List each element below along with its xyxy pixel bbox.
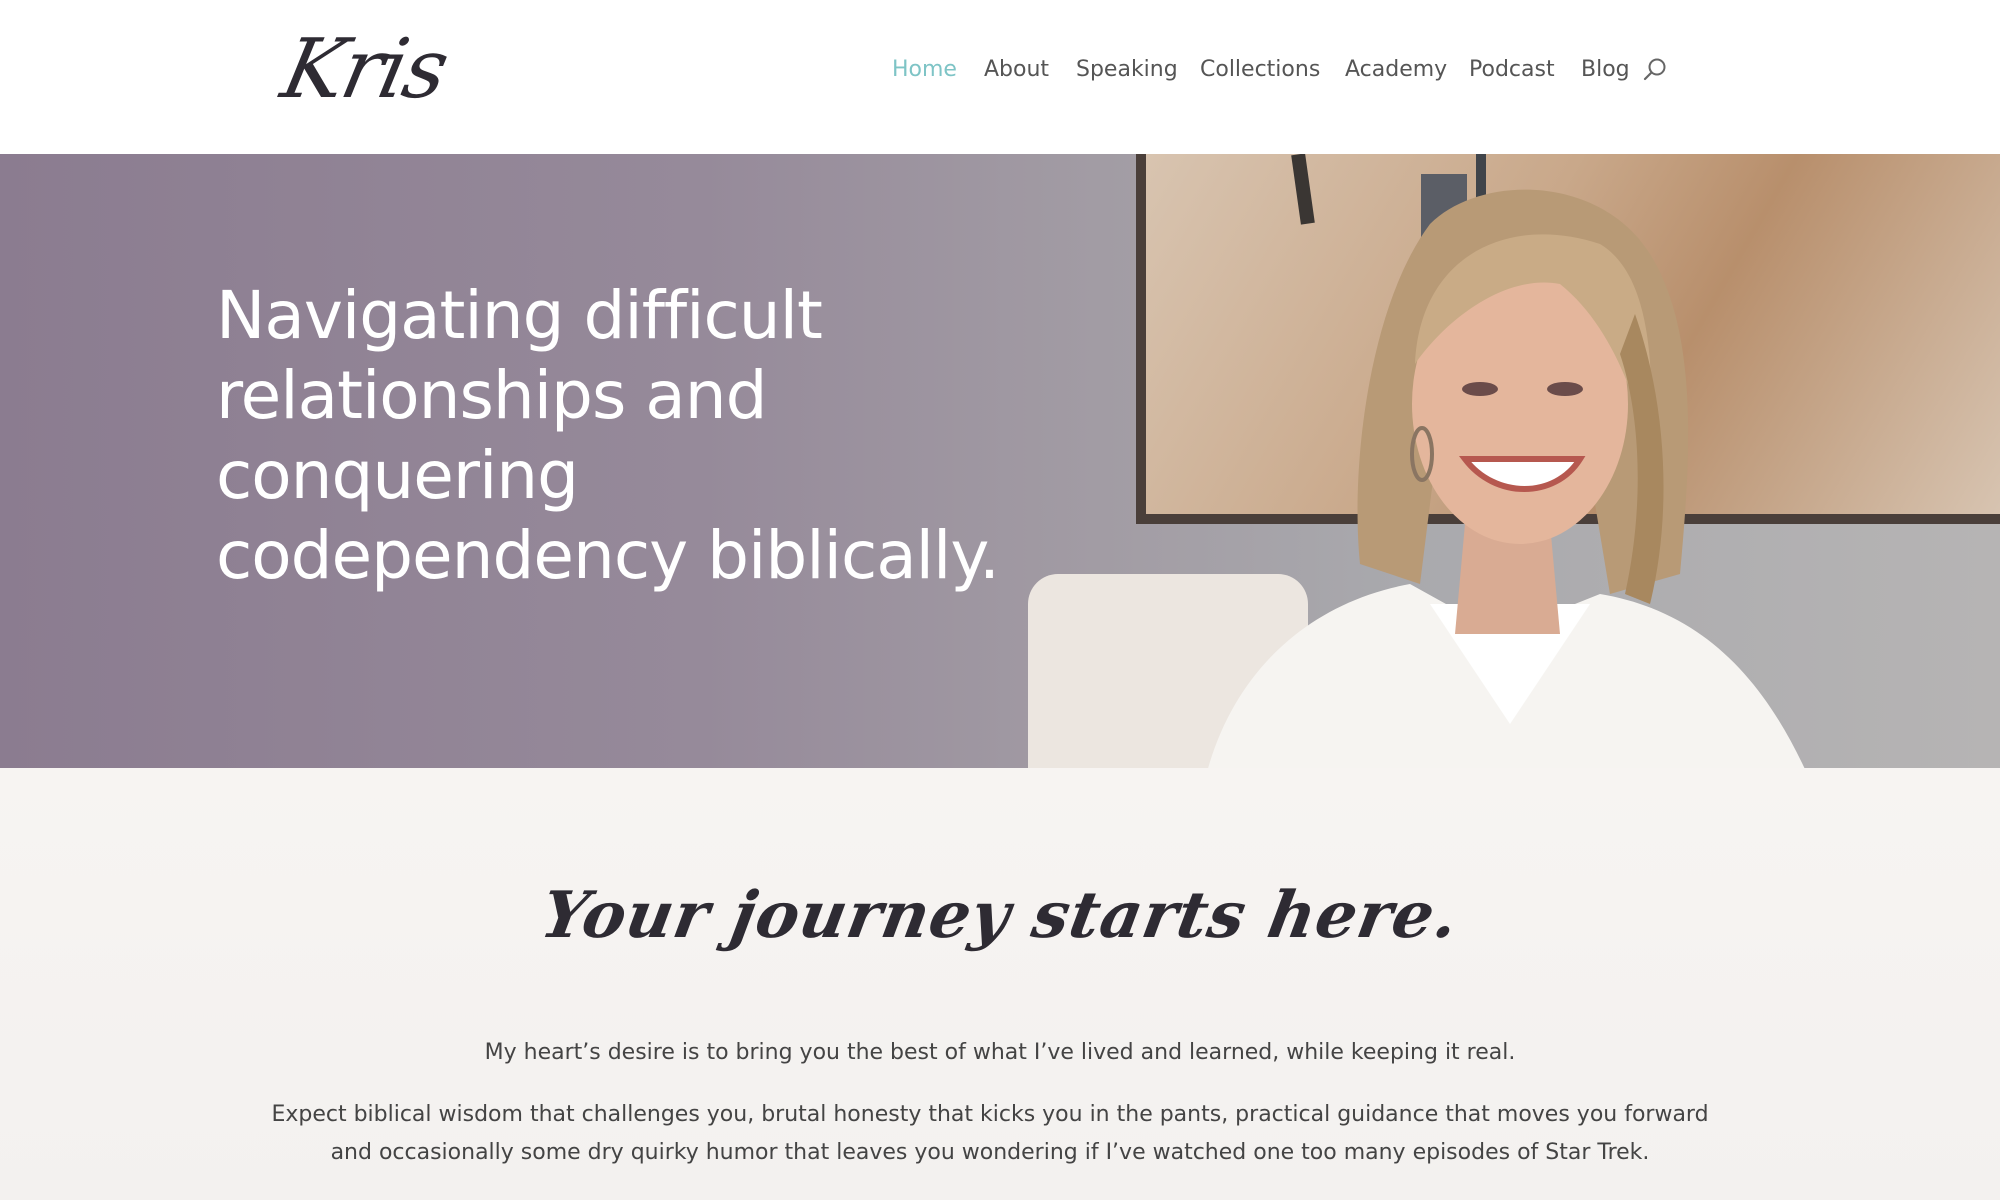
main-nav: Home About Speaking Collections Academy … xyxy=(0,50,2000,90)
hero-headline-line: relationships and xyxy=(216,357,767,434)
search-icon[interactable] xyxy=(1641,56,1669,84)
intro-paragraph: My heart’s desire is to bring you the be… xyxy=(484,1040,1516,1065)
hero-headline-line: conquering xyxy=(216,437,579,514)
site-header: Kris Reece Home About Speaking Collectio… xyxy=(0,0,2000,237)
hero-banner: Navigating difficult relationships and c… xyxy=(0,154,2000,768)
portrait-photo xyxy=(1208,189,1805,768)
nav-item-about[interactable]: About xyxy=(984,50,1049,90)
hero-headline-line: Navigating difficult xyxy=(216,277,823,354)
nav-item-home[interactable]: Home xyxy=(892,50,957,90)
expectations-paragraph: Expect biblical wisdom that challenges y… xyxy=(271,1102,1709,1165)
nav-item-academy[interactable]: Academy xyxy=(1345,50,1447,90)
nav-item-speaking[interactable]: Speaking xyxy=(1076,50,1178,90)
hero-headline: Navigating difficult relationships and c… xyxy=(216,276,1016,596)
journey-title: Your journey starts here. xyxy=(535,878,1465,953)
nav-item-blog[interactable]: Blog xyxy=(1581,50,1630,90)
nav-item-podcast[interactable]: Podcast xyxy=(1469,50,1555,90)
nav-item-collections[interactable]: Collections xyxy=(1200,50,1320,90)
journey-section: Your journey starts here. My heart’s des… xyxy=(0,768,2000,1200)
hero-headline-line: codependency biblically. xyxy=(216,517,1000,594)
